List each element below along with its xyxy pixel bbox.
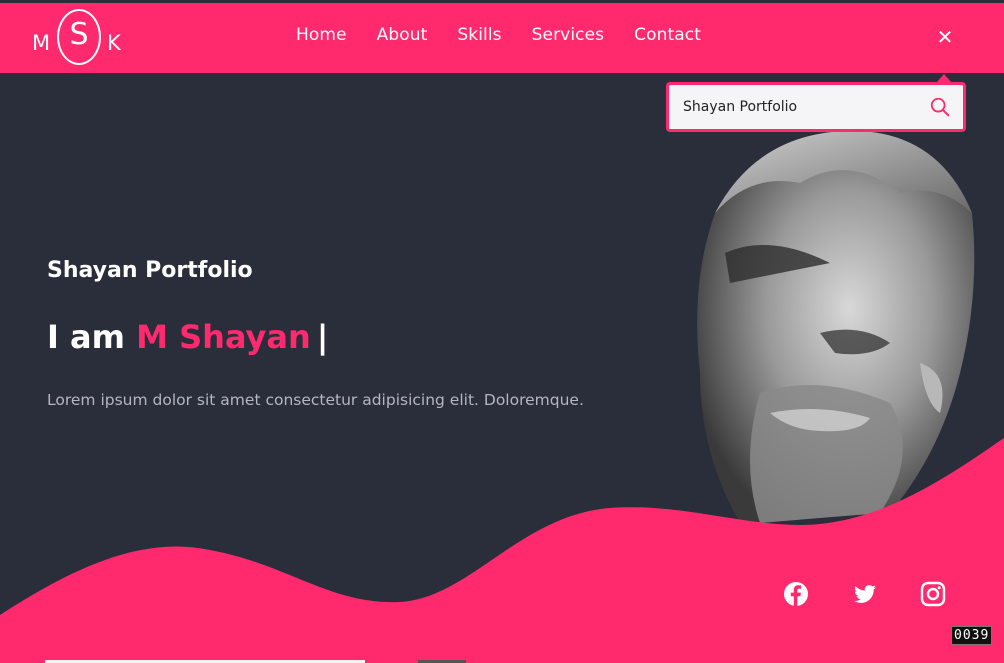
hero-subtitle: Shayan Portfolio [47, 258, 253, 283]
nav-menu: Home About Skills Services Contact [296, 25, 731, 45]
logo-letter-m: M [32, 31, 51, 55]
typing-cursor: | [316, 318, 329, 356]
instagram-icon[interactable] [920, 581, 946, 607]
navbar: M S K Home About Skills Services Contact… [0, 3, 1004, 73]
visitor-counter: 0039 [951, 626, 993, 645]
hero-description: Lorem ipsum dolor sit amet consectetur a… [47, 391, 584, 409]
nav-link-home[interactable]: Home [296, 25, 347, 45]
nav-link-skills[interactable]: Skills [457, 25, 501, 45]
logo-letter-s: S [69, 17, 89, 52]
top-edge [0, 0, 1004, 3]
hero-title-name: M Shayan [136, 318, 311, 356]
search-icon[interactable] [929, 96, 951, 118]
search-box [666, 82, 966, 132]
nav-link-about[interactable]: About [377, 25, 428, 45]
hero-title-prefix: I am [47, 318, 125, 356]
twitter-icon[interactable] [852, 581, 878, 607]
pink-wave-shape [0, 438, 1004, 663]
nav-link-services[interactable]: Services [532, 25, 605, 45]
close-icon: ✕ [936, 25, 954, 49]
hero-title: I am M Shayan | [47, 318, 328, 356]
close-search-button[interactable]: ✕ [934, 25, 956, 49]
facebook-icon[interactable] [783, 581, 809, 607]
logo[interactable]: M S K [30, 7, 125, 69]
search-input[interactable] [683, 95, 913, 119]
logo-letter-k: K [107, 31, 121, 55]
nav-link-contact[interactable]: Contact [634, 25, 701, 45]
